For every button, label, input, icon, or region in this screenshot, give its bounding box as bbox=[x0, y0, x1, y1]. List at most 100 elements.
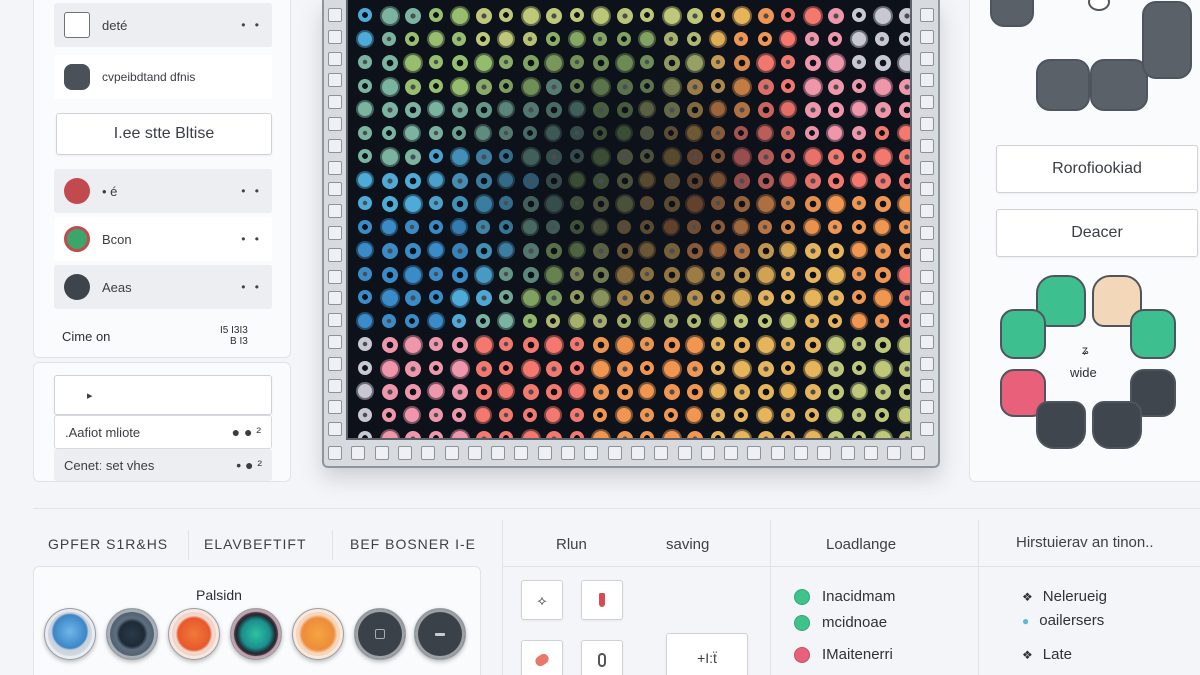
grid-cell[interactable] bbox=[475, 313, 490, 328]
grid-cell[interactable] bbox=[358, 266, 372, 281]
list-row[interactable]: • é • • bbox=[54, 169, 272, 213]
color-swatch-teal[interactable] bbox=[230, 608, 282, 660]
grid-cell[interactable] bbox=[428, 125, 443, 140]
grid-cell[interactable] bbox=[475, 243, 492, 259]
grid-cell[interactable] bbox=[522, 407, 537, 422]
grid-cell[interactable] bbox=[381, 172, 398, 189]
stop-button[interactable] bbox=[354, 608, 406, 660]
edge-handle[interactable] bbox=[920, 73, 934, 88]
grid-cell[interactable] bbox=[381, 55, 398, 71]
edge-handle[interactable] bbox=[607, 446, 622, 460]
grid-cell[interactable] bbox=[452, 266, 468, 283]
list-row[interactable]: deté • • bbox=[54, 3, 272, 47]
grid-cell[interactable] bbox=[781, 313, 795, 328]
grid-cell[interactable] bbox=[428, 219, 443, 234]
grid-cell[interactable] bbox=[687, 125, 701, 140]
edge-handle[interactable] bbox=[920, 160, 934, 175]
grid-cell[interactable] bbox=[804, 149, 821, 165]
grid-cell[interactable] bbox=[734, 55, 750, 71]
grid-cell[interactable] bbox=[381, 266, 398, 283]
dial-segment[interactable] bbox=[990, 0, 1034, 27]
edge-handle[interactable] bbox=[421, 446, 436, 460]
grid-cell[interactable] bbox=[475, 172, 492, 189]
edge-handle[interactable] bbox=[920, 29, 934, 44]
grid-cell[interactable] bbox=[405, 102, 421, 118]
grid-cell[interactable] bbox=[522, 196, 539, 212]
grid-cell[interactable] bbox=[569, 290, 584, 304]
edge-handle[interactable] bbox=[677, 446, 692, 460]
grid-cell[interactable] bbox=[381, 31, 396, 46]
grid-cell[interactable] bbox=[405, 149, 421, 165]
grid-cell[interactable] bbox=[734, 78, 750, 95]
grid-cell[interactable] bbox=[781, 78, 795, 93]
edge-handle[interactable] bbox=[328, 378, 342, 393]
grid-cell[interactable] bbox=[875, 196, 891, 212]
saving-tab[interactable]: saving bbox=[666, 536, 709, 553]
grid-cell[interactable] bbox=[710, 313, 725, 328]
grid-cell[interactable] bbox=[499, 78, 513, 93]
grid-cell[interactable] bbox=[593, 219, 607, 234]
grid-cell[interactable] bbox=[687, 31, 701, 46]
grid-cell[interactable] bbox=[546, 196, 562, 212]
grid-cell[interactable] bbox=[616, 102, 633, 118]
grid-cell[interactable] bbox=[804, 384, 821, 400]
grid-cell[interactable] bbox=[781, 431, 795, 438]
grid-cell[interactable] bbox=[522, 243, 539, 259]
grid-cell[interactable] bbox=[640, 384, 654, 398]
pin-button[interactable]: ⟡ bbox=[521, 580, 563, 620]
grid-cell[interactable] bbox=[734, 8, 750, 24]
grid-cell[interactable] bbox=[734, 196, 750, 212]
grid-cell[interactable] bbox=[499, 337, 513, 351]
grid-cell[interactable] bbox=[663, 360, 680, 377]
grid-cell[interactable] bbox=[663, 55, 680, 71]
grid-cell[interactable] bbox=[851, 313, 866, 328]
grid-cell[interactable] bbox=[522, 125, 537, 140]
grid-cell[interactable] bbox=[405, 243, 421, 259]
grid-cell[interactable] bbox=[710, 384, 725, 398]
grid-cell[interactable] bbox=[851, 125, 866, 140]
grid-cell[interactable] bbox=[851, 196, 866, 210]
grid-cell[interactable] bbox=[569, 337, 584, 351]
grid-cell[interactable] bbox=[475, 337, 492, 353]
edge-handle[interactable] bbox=[328, 8, 342, 22]
grid-cell[interactable] bbox=[828, 31, 842, 46]
grid-cell[interactable] bbox=[734, 172, 750, 189]
grid-cell[interactable] bbox=[522, 102, 539, 118]
edge-handle[interactable] bbox=[328, 117, 342, 131]
grid-cell[interactable] bbox=[781, 172, 795, 187]
edge-handle[interactable] bbox=[654, 446, 669, 460]
grid-cell[interactable] bbox=[499, 125, 513, 140]
grid-cell[interactable] bbox=[546, 125, 560, 140]
grid-cell[interactable] bbox=[710, 125, 725, 140]
grid-cell[interactable] bbox=[381, 219, 396, 234]
grid-cell[interactable] bbox=[734, 266, 750, 283]
grid-cell[interactable] bbox=[851, 360, 866, 375]
grid-cell[interactable] bbox=[663, 219, 678, 234]
grid-cell[interactable] bbox=[428, 78, 443, 93]
grid-cell[interactable] bbox=[851, 266, 866, 281]
grid-cell[interactable] bbox=[757, 31, 772, 46]
grid-cell[interactable] bbox=[499, 219, 513, 234]
grid-cell[interactable] bbox=[687, 360, 703, 377]
grid-cell[interactable] bbox=[687, 149, 703, 165]
grid-cell[interactable] bbox=[734, 360, 750, 377]
grid-cell[interactable] bbox=[452, 431, 468, 438]
stepper[interactable]: +I:ẗ bbox=[666, 633, 748, 675]
more-icon[interactable]: • • bbox=[241, 184, 262, 198]
grid-cell[interactable] bbox=[452, 407, 466, 422]
grid-cell[interactable] bbox=[734, 219, 748, 234]
edge-handle[interactable] bbox=[351, 446, 366, 460]
color-swatch-amber[interactable] bbox=[292, 608, 344, 660]
grid-cell[interactable] bbox=[734, 384, 750, 400]
grid-cell[interactable] bbox=[546, 384, 562, 400]
grid-cell[interactable] bbox=[499, 360, 513, 375]
edge-handle[interactable] bbox=[840, 446, 855, 460]
grid-cell[interactable] bbox=[804, 243, 821, 259]
grid-cell[interactable] bbox=[499, 55, 513, 69]
grid-cell[interactable] bbox=[898, 360, 910, 377]
grid-cell[interactable] bbox=[405, 78, 421, 95]
edge-handle[interactable] bbox=[328, 95, 342, 110]
grid-cell[interactable] bbox=[898, 102, 910, 118]
edge-handle[interactable] bbox=[491, 446, 506, 460]
edge-handle[interactable] bbox=[328, 400, 342, 415]
